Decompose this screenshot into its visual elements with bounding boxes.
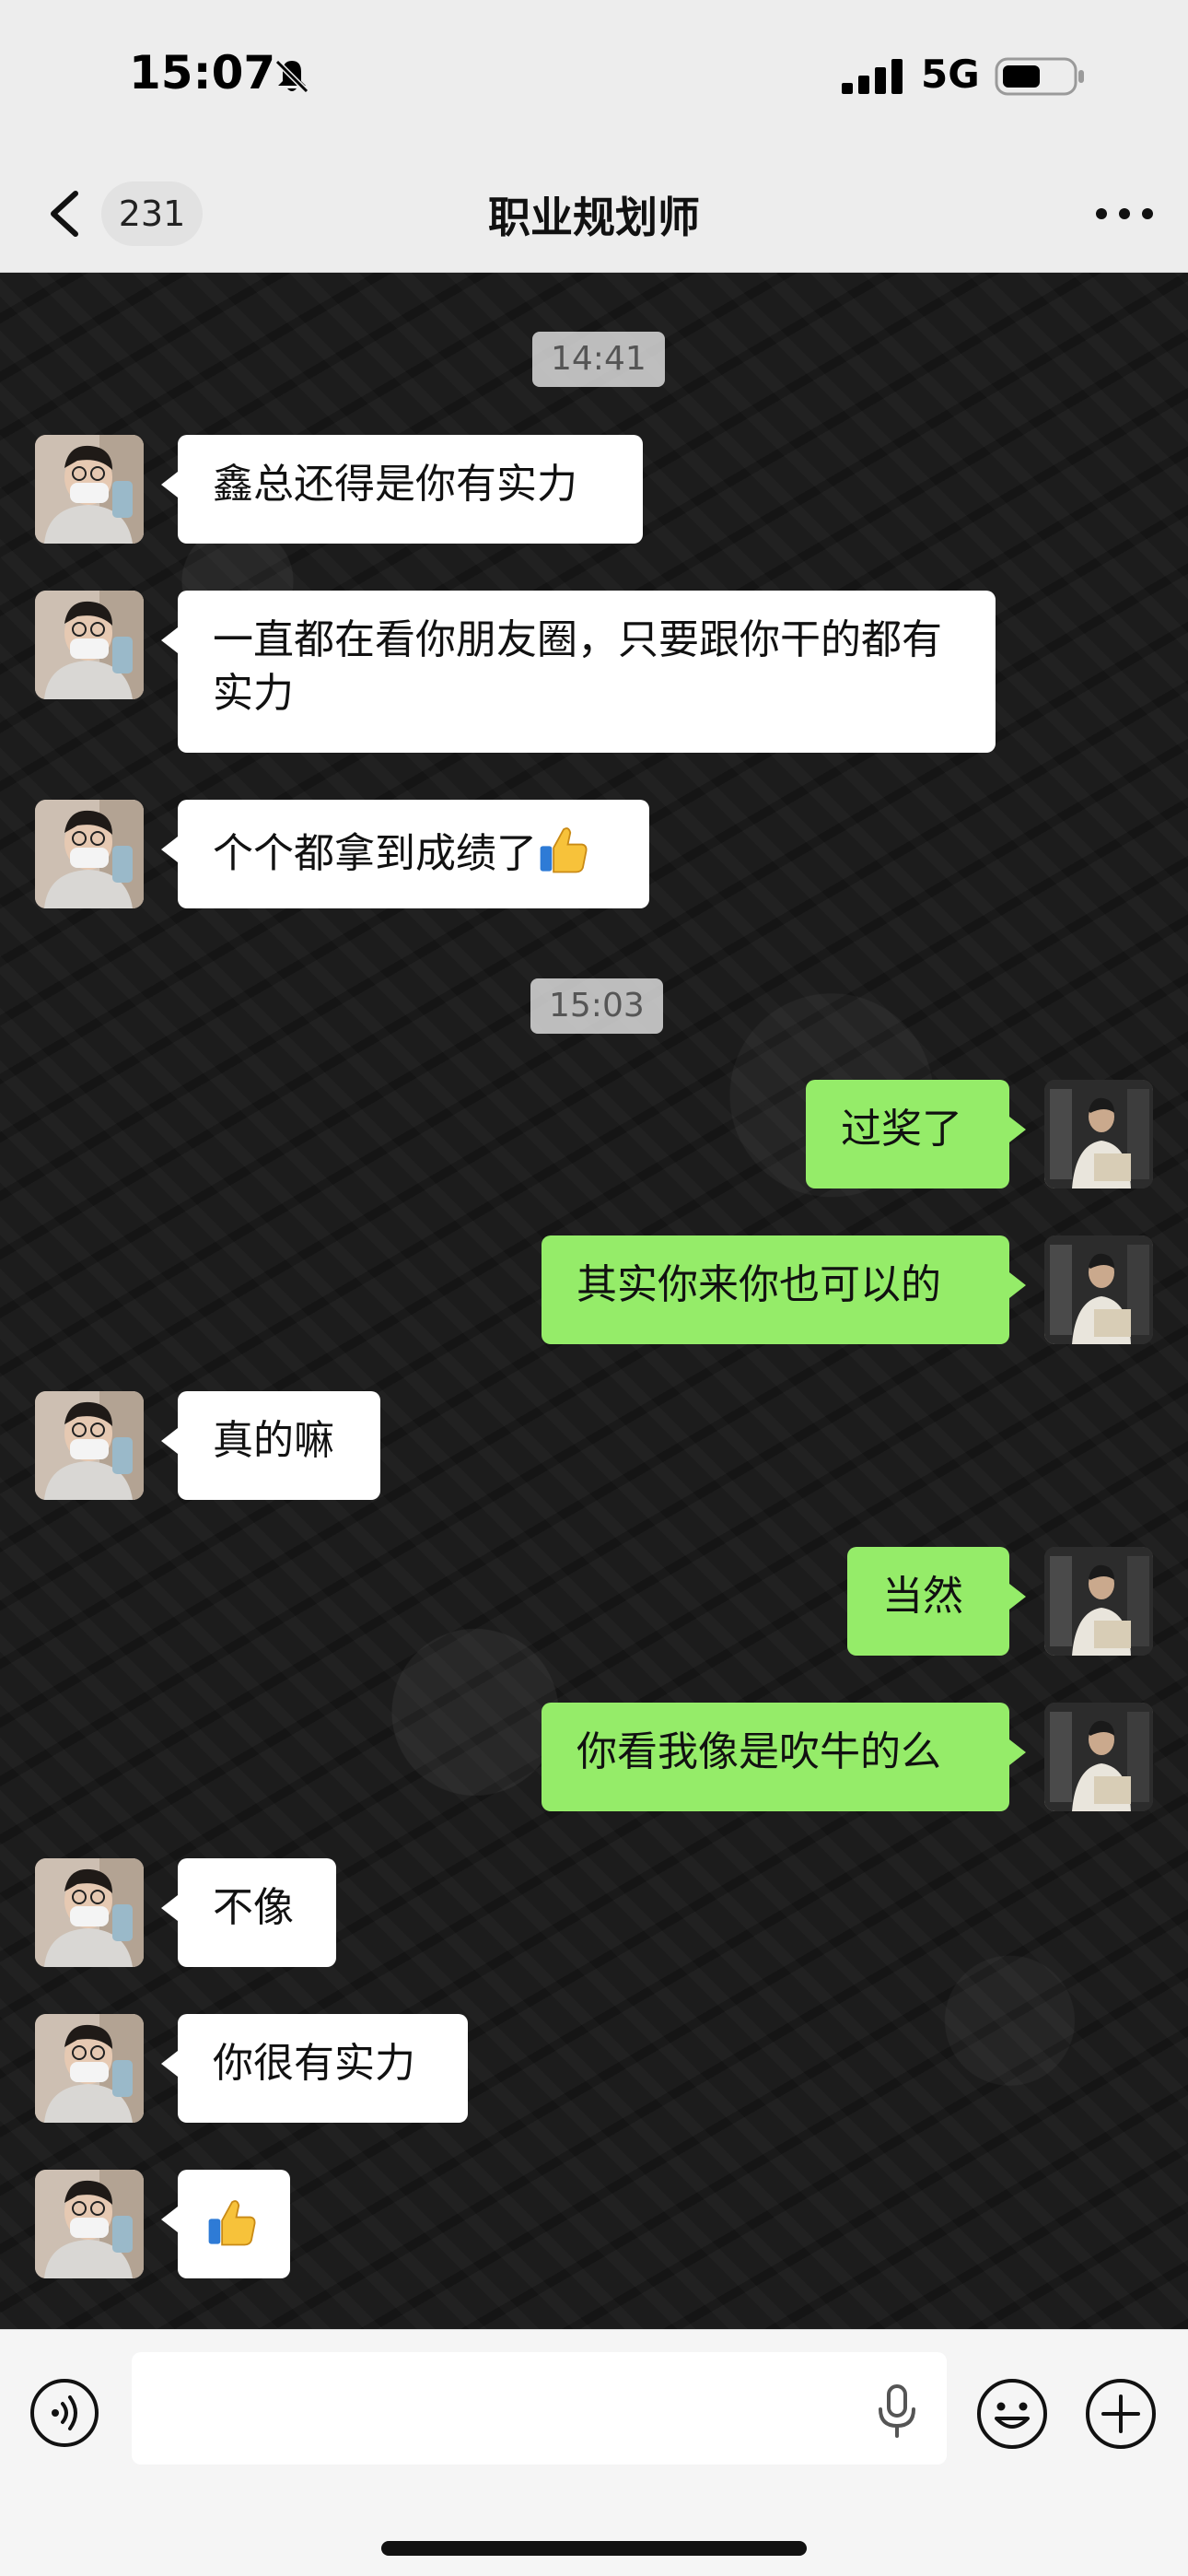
message-text: 一直都在看你朋友圈，只要跟你干的都有实力: [213, 616, 942, 717]
friend-avatar[interactable]: [35, 1858, 144, 1967]
more-button[interactable]: [1092, 184, 1157, 243]
timestamp: 14:41: [532, 332, 665, 387]
message-text: 其实你来你也可以的: [577, 1261, 941, 1308]
bell-slash-icon: [273, 57, 311, 96]
chat-title: 职业规划师: [488, 193, 700, 242]
emoji-button[interactable]: [974, 2376, 1050, 2452]
status-bar: 15:07 5G: [0, 0, 1188, 157]
plus-icon: [1086, 2379, 1156, 2449]
message-bubble-outgoing[interactable]: 当然: [847, 1547, 1026, 1656]
message-bubble-incoming[interactable]: 个个都拿到成绩了: [161, 800, 649, 908]
friend-avatar[interactable]: [35, 1391, 144, 1500]
message-text: 过奖了: [841, 1106, 962, 1153]
self-avatar[interactable]: [1044, 1703, 1153, 1811]
home-indicator[interactable]: [381, 2541, 807, 2556]
friend-avatar[interactable]: [35, 2170, 144, 2278]
message-text: 你看我像是吹牛的么: [577, 1728, 941, 1775]
chat-area[interactable]: 14:41 鑫总还得是你有实力 一直都在看你朋友圈，只要跟你干的都有实力 个个都…: [0, 273, 1188, 2329]
message-text: 当然: [882, 1573, 963, 1620]
self-avatar[interactable]: [1044, 1080, 1153, 1188]
message-text: 真的嘛: [213, 1417, 334, 1464]
voice-toggle-button[interactable]: [28, 2376, 101, 2450]
message-text: 不像: [213, 1884, 294, 1931]
message-text: 鑫总还得是你有实力: [213, 461, 577, 508]
more-dots-icon: [1096, 208, 1153, 219]
message-bubble-incoming[interactable]: 不像: [161, 1858, 336, 1967]
chat-header: 231 职业规划师: [0, 157, 1188, 273]
thumbs-up-icon: [537, 823, 590, 876]
plus-button[interactable]: [1083, 2376, 1159, 2452]
emoji-icon: [977, 2379, 1047, 2449]
friend-avatar[interactable]: [35, 591, 144, 699]
message-bubble-outgoing[interactable]: 其实你来你也可以的: [542, 1235, 1026, 1344]
self-avatar[interactable]: [1044, 1235, 1153, 1344]
signal-icon: [840, 57, 906, 96]
network-label: 5G: [921, 52, 980, 97]
message-bubble-incoming[interactable]: [161, 2170, 290, 2278]
self-avatar[interactable]: [1044, 1547, 1153, 1656]
timestamp: 15:03: [530, 978, 663, 1034]
voice-icon: [30, 2379, 99, 2447]
message-bubble-outgoing[interactable]: 你看我像是吹牛的么: [542, 1703, 1026, 1811]
mic-icon[interactable]: [871, 2383, 923, 2439]
message-bubble-incoming[interactable]: 你很有实力: [161, 2014, 468, 2123]
thumbs-up-icon: [205, 2195, 259, 2249]
friend-avatar[interactable]: [35, 800, 144, 908]
message-text: 你很有实力: [213, 2040, 415, 2087]
input-bar: [0, 2329, 1188, 2576]
message-bubble-incoming[interactable]: 一直都在看你朋友圈，只要跟你干的都有实力: [161, 591, 996, 753]
friend-avatar[interactable]: [35, 435, 144, 544]
battery-icon: [995, 55, 1087, 98]
message-bubble-incoming[interactable]: 鑫总还得是你有实力: [161, 435, 643, 544]
message-bubble-incoming[interactable]: 真的嘛: [161, 1391, 380, 1500]
friend-avatar[interactable]: [35, 2014, 144, 2123]
message-input[interactable]: [132, 2352, 947, 2465]
message-text: 个个都拿到成绩了: [213, 830, 537, 877]
message-bubble-outgoing[interactable]: 过奖了: [806, 1080, 1026, 1188]
status-time: 15:07: [129, 46, 276, 100]
